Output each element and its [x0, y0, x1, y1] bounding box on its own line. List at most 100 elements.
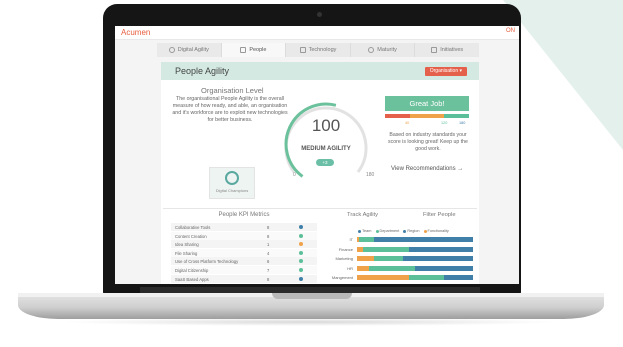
- kpi-row: Content Creation 8: [171, 231, 317, 240]
- camera-icon: [317, 12, 322, 17]
- tab-digital-agility[interactable]: Digital Agility: [157, 43, 222, 57]
- view-recommendations-link[interactable]: View Recommendations →: [391, 166, 463, 172]
- bar-category-label: Mangement: [331, 275, 353, 280]
- kpi-status-dot: [299, 233, 303, 238]
- kpi-value: 7: [267, 268, 270, 273]
- stacked-bar: [357, 275, 473, 280]
- tab-people[interactable]: People: [221, 43, 287, 57]
- badge-label: Digital Champions: [215, 188, 249, 193]
- kpi-row: Digital Citizenship 7: [171, 266, 317, 274]
- legend-label: Team: [362, 229, 372, 233]
- laptop-screen: Acumen ON Digital Agility People Technol…: [115, 26, 519, 284]
- kpi-status-dot: [299, 276, 303, 281]
- kpi-title: People KPI Metrics: [218, 212, 270, 218]
- kpi-status-dot: [299, 225, 303, 229]
- stacked-bar: [357, 265, 473, 271]
- organisation-description: The organisational People Agility is the…: [172, 96, 288, 123]
- background-shape: [503, 0, 623, 150]
- kpi-value: 1: [267, 242, 270, 248]
- section-divider: [163, 208, 477, 209]
- tab-track-agility[interactable]: Track Agility: [347, 212, 378, 218]
- bar-segment: [357, 256, 375, 261]
- bar-row: HR: [327, 265, 477, 272]
- smiley-icon: [168, 47, 175, 53]
- stacked-bar: [357, 237, 473, 242]
- document-icon: [431, 47, 438, 53]
- scale-tick: 120: [441, 121, 448, 125]
- bar-segment: [414, 265, 473, 271]
- bar-segment: [357, 275, 410, 280]
- kpi-value: 8: [267, 225, 270, 230]
- tab-label: Maturity: [377, 47, 397, 53]
- kpi-name: File Sharing: [175, 250, 198, 256]
- chart-legend: Team Department Region Functionality: [327, 229, 477, 233]
- stacked-bar: [357, 256, 473, 261]
- bar-segment: [443, 275, 473, 280]
- gauge-max: 180: [366, 172, 375, 178]
- legend-swatch: [423, 229, 427, 233]
- scale-tick: 180: [459, 121, 466, 125]
- tab-label: Initiatives: [440, 47, 464, 53]
- great-job-banner: Great Job!: [385, 96, 469, 111]
- agility-level: MEDIUM AGILITY: [301, 146, 351, 152]
- agility-score: 100: [311, 116, 341, 135]
- bar-segment: [374, 256, 404, 261]
- kpi-row: Collaborative Tools 8: [171, 223, 317, 231]
- kpi-row: SaaS Based Apps 8: [171, 274, 317, 283]
- tab-initiatives[interactable]: Initiatives: [415, 43, 479, 57]
- monitor-icon: [299, 47, 306, 53]
- bar-row: Marketing: [327, 256, 477, 262]
- bar-segment: [368, 265, 415, 271]
- legend-label: Department: [379, 229, 400, 233]
- bar-segment: [374, 237, 473, 242]
- kpi-value: 8: [267, 276, 270, 282]
- score-summary: Based on industry standards your score i…: [388, 132, 468, 152]
- kpi-name: Collaborative Tools: [175, 225, 211, 230]
- laptop-shadow: [60, 318, 560, 326]
- kpi-value: 8: [267, 233, 270, 239]
- kpi-status-dot: [299, 268, 303, 272]
- medal-icon: [225, 171, 239, 185]
- legend-swatch: [358, 229, 362, 233]
- bar-segment: [409, 246, 473, 252]
- bar-segment: [409, 275, 444, 280]
- tab-label: People: [249, 47, 267, 53]
- legend-swatch: [403, 229, 407, 233]
- tab-technology[interactable]: Technology: [286, 43, 351, 57]
- brand-logo[interactable]: Acumen: [121, 28, 150, 37]
- scale-tick: 40: [405, 121, 410, 125]
- bar-segment: [359, 237, 375, 242]
- kpi-status-dot: [299, 259, 303, 264]
- kpi-name: Use of Cross Platform Technology: [175, 259, 239, 265]
- bar-category-label: IT: [349, 237, 353, 242]
- tab-filter-people[interactable]: Filter People: [423, 212, 456, 218]
- legend-label: Functionality: [427, 229, 449, 233]
- bar-segment: [403, 256, 473, 261]
- bar-row: Finance: [327, 246, 477, 253]
- kpi-metrics-card: People KPI Metrics Collaborative Tools 8 C…: [171, 210, 317, 284]
- track-agility-card: Track Agility Filter People Team Departm…: [327, 210, 477, 284]
- people-agility-panel: People Agility Organisation ▾ Organisati…: [161, 62, 479, 284]
- header-toggle[interactable]: ON: [506, 28, 515, 34]
- gauge-min: 0: [293, 172, 296, 178]
- kpi-status-dot: [299, 242, 303, 247]
- score-delta-badge: +3: [316, 159, 334, 166]
- tab-bar: Digital Agility People Technology Maturi…: [157, 43, 479, 57]
- laptop-notch: [272, 293, 352, 299]
- tab-label: Technology: [308, 47, 337, 53]
- organisation-dropdown[interactable]: Organisation ▾: [424, 67, 467, 76]
- kpi-name: Content Creation: [175, 233, 207, 239]
- kpi-row: Use of Cross Platform Technology 6: [171, 257, 317, 266]
- bar-row: Mangement: [327, 275, 477, 281]
- digital-champions-badge: Digital Champions: [209, 167, 255, 199]
- clock-icon: [368, 47, 375, 53]
- kpi-value: 4: [267, 250, 270, 256]
- kpi-row: File Sharing 4: [171, 248, 317, 257]
- organisation-level-heading: Organisation Level: [201, 86, 264, 95]
- page-title: People Agility: [175, 66, 230, 76]
- kpi-row: Idea Sharing 1: [171, 240, 317, 249]
- kpi-status-dot: [299, 250, 303, 255]
- bar-row: IT: [327, 237, 477, 243]
- stacked-bar: [357, 246, 473, 252]
- tab-maturity[interactable]: Maturity: [351, 43, 416, 57]
